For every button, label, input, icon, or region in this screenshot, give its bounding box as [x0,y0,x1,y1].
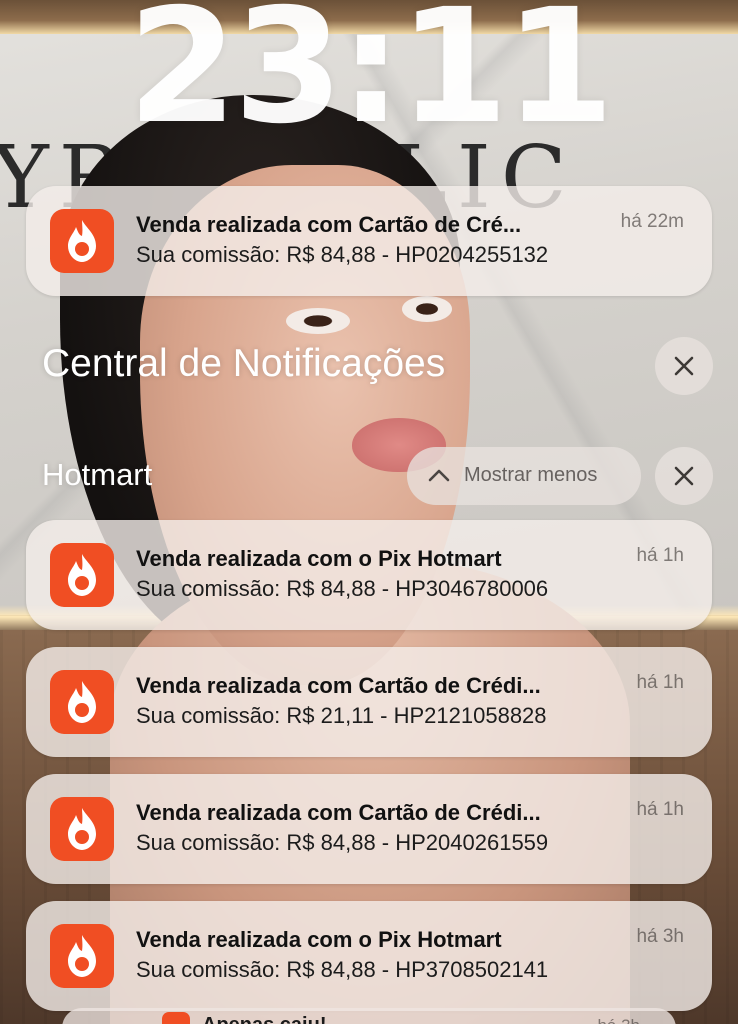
notification-body: Sua comissão: R$ 84,88 - HP2040261559 [136,830,549,855]
notification-title: Venda realizada com Cartão de Crédi... [136,673,541,698]
wallpaper-eye-left [286,308,350,334]
notification-title: Venda realizada com Cartão de Cré... [136,212,522,237]
notification-time: há 1h [636,799,684,820]
hotmart-flame-icon [50,797,114,861]
clear-all-button[interactable] [655,337,713,395]
show-less-button[interactable]: Mostrar menos [407,447,641,505]
hotmart-flame-icon [50,543,114,607]
notification-title: Venda realizada com o Pix Hotmart [136,927,502,952]
notification-time: há 22m [620,211,684,232]
notification-center-title: Central de Notificações [42,342,446,385]
chevron-up-icon [428,469,450,482]
group-title-hotmart: Hotmart [42,457,153,492]
notification-card[interactable]: Venda realizada com o Pix Hotmart Sua co… [26,520,712,630]
notification-body: Sua comissão: R$ 84,88 - HP3046780006 [136,576,549,601]
notification-title: Apenas caiu! [202,1014,326,1024]
pinned-notification[interactable]: Venda realizada com Cartão de Cré... Sua… [26,186,712,296]
clear-group-button[interactable] [655,447,713,505]
notification-card[interactable]: Venda realizada com o Pix Hotmart Sua co… [26,901,712,1011]
wallpaper-eye-right [402,296,452,322]
lockscreen-clock: 23:11 [127,0,615,159]
notification-card[interactable]: Venda realizada com Cartão de Crédi... S… [26,647,712,757]
notification-title: Venda realizada com o Pix Hotmart [136,546,502,571]
close-icon [674,466,694,486]
hotmart-flame-icon [50,924,114,988]
hotmart-flame-icon [162,1012,190,1024]
show-less-label: Mostrar menos [464,464,598,486]
hotmart-flame-icon [50,209,114,273]
notification-body: Sua comissão: R$ 84,88 - HP3708502141 [136,957,549,982]
notification-time: há 1h [636,545,684,566]
stacked-notification-peek[interactable]: Apenas caiu! há 3h [62,1008,676,1024]
close-icon [674,356,694,376]
notification-time: há 3h [636,926,684,947]
notification-time: há 1h [636,672,684,693]
hotmart-flame-icon [50,670,114,734]
notification-card[interactable]: Venda realizada com Cartão de Crédi... S… [26,774,712,884]
notification-body: Sua comissão: R$ 84,88 - HP0204255132 [136,242,549,267]
notification-body: Sua comissão: R$ 21,11 - HP2121058828 [136,703,547,728]
notification-time: há 3h [597,1016,640,1024]
notification-title: Venda realizada com Cartão de Crédi... [136,800,541,825]
